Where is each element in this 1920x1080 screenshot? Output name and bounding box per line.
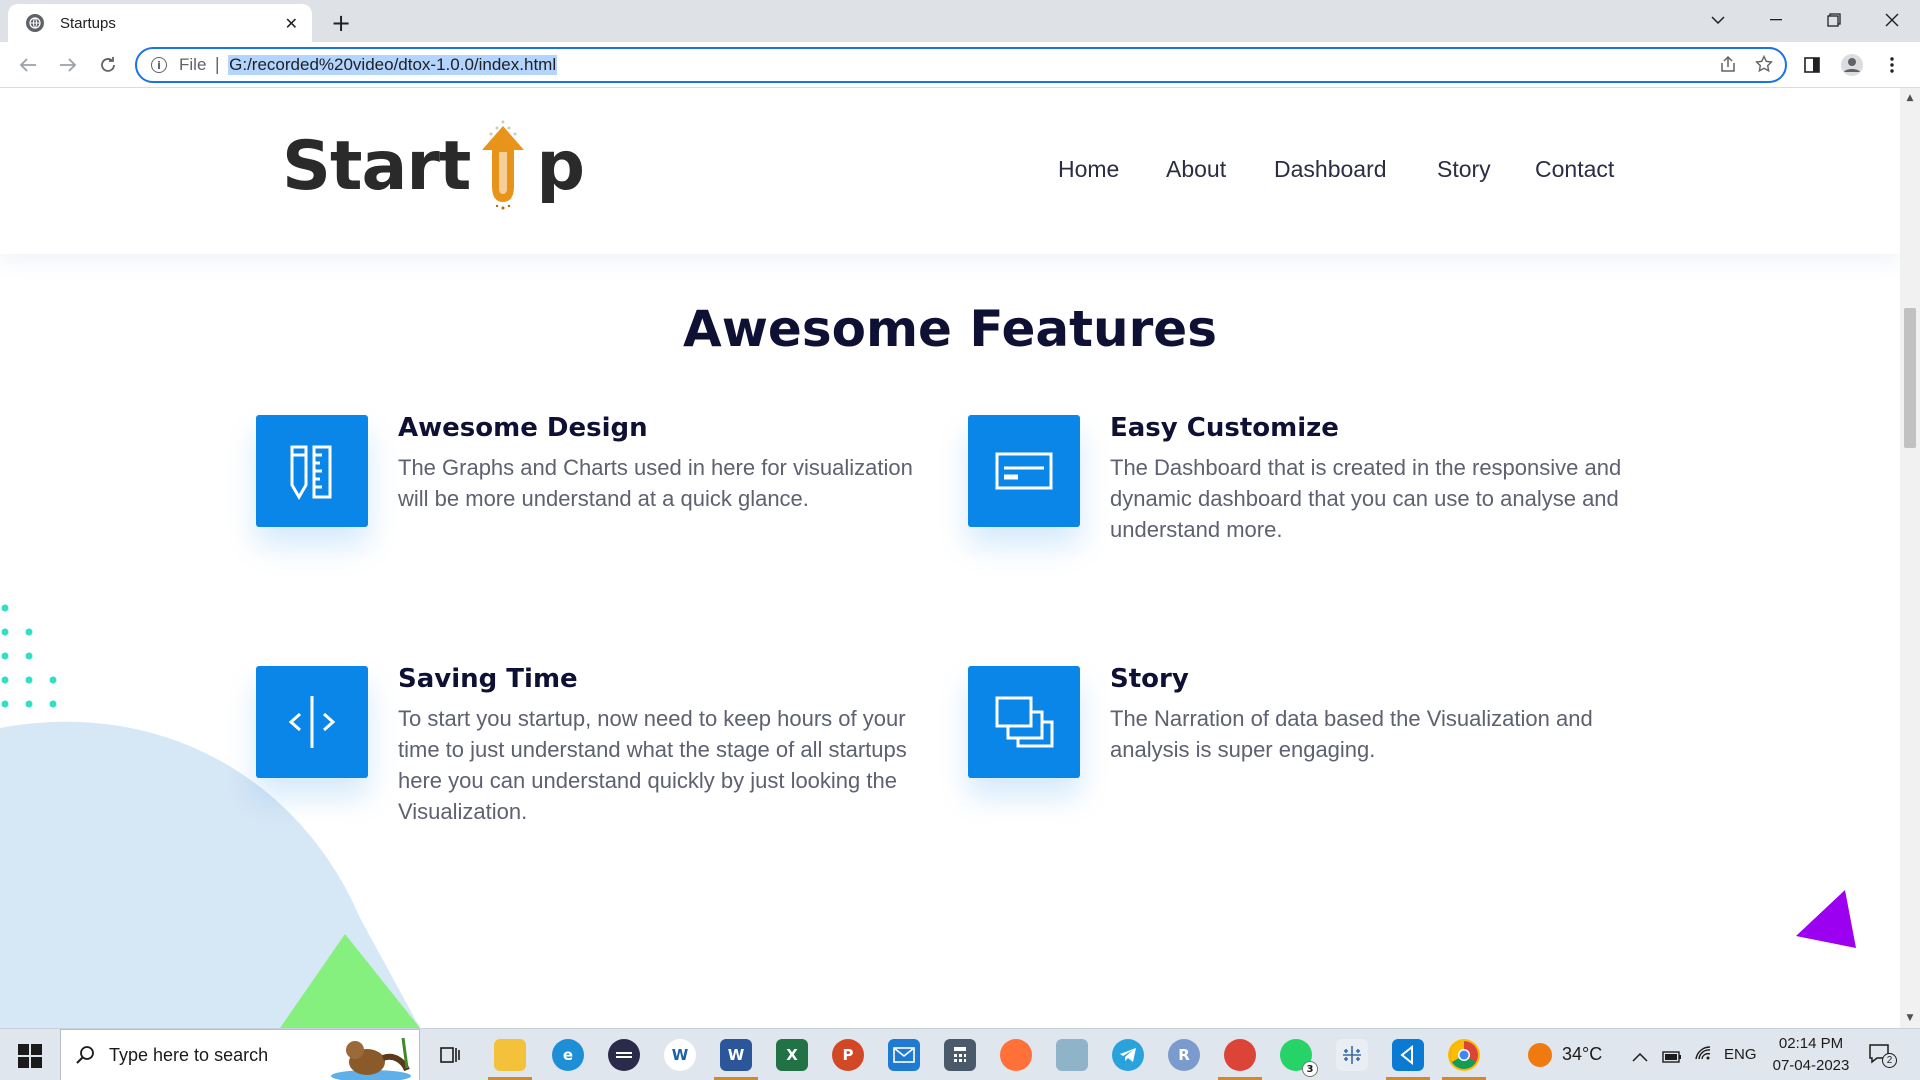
bookmark-star-icon[interactable]	[1754, 54, 1774, 78]
nav-story[interactable]: Story	[1437, 156, 1491, 183]
side-panel-icon[interactable]	[1798, 51, 1826, 79]
back-arrow-icon[interactable]	[14, 51, 42, 79]
profile-avatar-icon[interactable]	[1838, 51, 1866, 79]
scroll-up-icon[interactable]: ▲	[1900, 90, 1920, 106]
app-note-icon[interactable]	[1056, 1039, 1088, 1071]
clock-time[interactable]: 02:14 PM	[1777, 1035, 1845, 1052]
taskbar-search-box[interactable]: Type here to search	[60, 1029, 420, 1080]
globe-icon	[26, 14, 44, 32]
nav-dashboard[interactable]: Dashboard	[1274, 156, 1387, 183]
app-w-icon[interactable]: W	[664, 1039, 696, 1071]
tab-search-chevron-icon[interactable]	[1690, 0, 1746, 40]
vscode-icon[interactable]	[1392, 1039, 1424, 1071]
chrome-profile-icon[interactable]	[1224, 1039, 1256, 1071]
url-separator: |	[214, 55, 221, 75]
url-text[interactable]: G:/recorded%20video/dtox-1.0.0/index.htm…	[228, 55, 558, 75]
r-language-icon[interactable]: R	[1168, 1039, 1200, 1071]
feature-title: Awesome Design	[398, 413, 648, 443]
new-tab-button[interactable]: +	[324, 6, 358, 40]
eclipse-icon[interactable]	[608, 1039, 640, 1071]
feature-title: Saving Time	[398, 664, 578, 694]
stacked-windows-icon	[968, 666, 1080, 778]
feature-title: Story	[1110, 664, 1189, 694]
logo-text-end: p	[536, 126, 585, 206]
nav-about[interactable]: About	[1166, 156, 1226, 183]
weather-temperature[interactable]: 34°C	[1562, 1044, 1602, 1065]
forward-arrow-icon[interactable]	[54, 51, 82, 79]
beaver-illustration-icon	[331, 1037, 411, 1080]
scroll-down-icon[interactable]: ▼	[1900, 1010, 1920, 1026]
reload-icon[interactable]	[94, 51, 122, 79]
tableau-icon[interactable]	[1336, 1039, 1368, 1071]
window-card-icon	[968, 415, 1080, 527]
pencil-ruler-icon	[256, 415, 368, 527]
search-placeholder: Type here to search	[109, 1044, 269, 1065]
edge-browser-icon[interactable]: e	[552, 1039, 584, 1071]
feature-description: The Narration of data based the Visualiz…	[1110, 706, 1593, 762]
battery-icon[interactable]	[1662, 1048, 1682, 1067]
logo-u-icon	[472, 116, 534, 216]
browser-toolbar: i File | G:/recorded%20video/dtox-1.0.0/…	[0, 42, 1920, 88]
startup-logo[interactable]: Start p	[282, 116, 585, 216]
close-window-icon[interactable]	[1864, 0, 1920, 40]
excel-icon[interactable]: X	[776, 1039, 808, 1071]
mail-icon[interactable]	[888, 1039, 920, 1071]
logo-text-start: Start	[282, 126, 471, 206]
page-viewport: Start p Home About Dashboard Story Conta…	[0, 88, 1900, 1028]
decor-dots	[1, 604, 57, 708]
feature-description: To start you startup, now need to keep h…	[398, 706, 907, 824]
browser-tab-strip: Startups ✕ +	[0, 0, 1920, 42]
scrollbar-thumb[interactable]	[1904, 308, 1916, 448]
tray-chevron-up-icon[interactable]	[1632, 1047, 1648, 1066]
notification-count: 2	[1882, 1053, 1897, 1068]
tab-title: Startups	[60, 14, 116, 32]
powerpoint-icon[interactable]: P	[832, 1039, 864, 1071]
task-view-icon[interactable]	[434, 1039, 466, 1071]
code-divider-icon	[256, 666, 368, 778]
section-title: Awesome Features	[683, 300, 1217, 358]
browser-tab[interactable]: Startups ✕	[8, 4, 312, 42]
notification-center-icon[interactable]: 2	[1868, 1043, 1897, 1069]
input-language[interactable]: ENG	[1724, 1046, 1757, 1063]
kebab-menu-icon[interactable]	[1878, 51, 1906, 79]
weather-sun-icon[interactable]	[1528, 1043, 1552, 1067]
word-icon[interactable]: W	[720, 1039, 752, 1071]
wifi-icon[interactable]	[1694, 1045, 1712, 1065]
nav-contact[interactable]: Contact	[1535, 156, 1614, 183]
windows-start-icon[interactable]	[10, 1041, 50, 1071]
minimize-icon[interactable]	[1748, 0, 1804, 40]
file-explorer-icon[interactable]	[494, 1039, 526, 1071]
chrome-icon[interactable]	[1448, 1039, 1480, 1071]
page-scrollbar[interactable]: ▲ ▼	[1900, 88, 1920, 1028]
feature-description: The Graphs and Charts used in here for v…	[398, 455, 913, 511]
close-tab-icon[interactable]: ✕	[285, 14, 298, 33]
share-icon[interactable]	[1719, 55, 1737, 78]
site-header: Start p Home About Dashboard Story Conta…	[0, 88, 1900, 254]
clock-date[interactable]: 07-04-2023	[1768, 1057, 1854, 1074]
telegram-icon[interactable]	[1112, 1039, 1144, 1071]
windows-taskbar: Type here to search e W W X P R 3 34°C E…	[0, 1028, 1920, 1080]
calculator-icon[interactable]	[944, 1039, 976, 1071]
restore-icon[interactable]	[1806, 0, 1862, 40]
url-scheme-label: File	[179, 55, 207, 74]
decor-purple-triangle	[1796, 890, 1856, 948]
address-bar[interactable]: i File | G:/recorded%20video/dtox-1.0.0/…	[135, 47, 1787, 83]
site-info-icon[interactable]: i	[151, 57, 167, 73]
feature-description: The Dashboard that is created in the res…	[1110, 455, 1622, 542]
search-icon	[76, 1046, 94, 1064]
feature-title: Easy Customize	[1110, 413, 1339, 443]
firefox-icon[interactable]	[1000, 1039, 1032, 1071]
whatsapp-badge: 3	[1302, 1061, 1318, 1077]
whatsapp-icon[interactable]: 3	[1280, 1039, 1318, 1077]
nav-home[interactable]: Home	[1058, 156, 1119, 183]
